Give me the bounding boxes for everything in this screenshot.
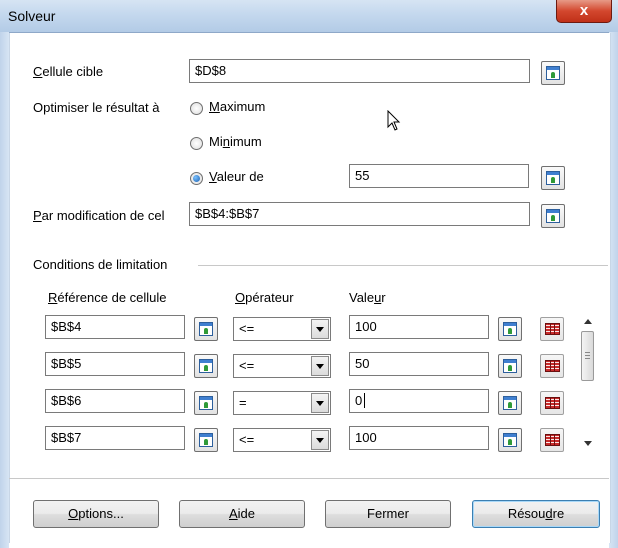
constraints-divider (198, 265, 608, 266)
constraint-value-shrink-button[interactable] (498, 428, 522, 452)
remove-constraint-button[interactable] (540, 317, 564, 341)
operator-select[interactable]: = (233, 391, 331, 415)
chevron-down-icon[interactable] (311, 319, 329, 339)
value-of-field[interactable]: 55 (349, 164, 529, 188)
constraint-value-field[interactable]: 50 (349, 352, 489, 376)
constraint-ref-field[interactable]: $B$6 (45, 389, 185, 413)
column-header-value: Valeur (349, 290, 386, 305)
radio-value-of[interactable] (190, 172, 203, 185)
title-bar[interactable]: Solveur x (0, 0, 618, 33)
column-header-operator: Opérateur (235, 290, 294, 305)
solve-button[interactable]: Résoudre (472, 500, 600, 528)
shrink-window-icon (199, 396, 213, 410)
constraint-ref-field[interactable]: $B$7 (45, 426, 185, 450)
table-grid-icon (545, 323, 560, 335)
shrink-window-icon (503, 359, 517, 373)
close-window-button[interactable]: x (556, 0, 612, 23)
constraints-section-title: Conditions de limitation (33, 257, 168, 272)
remove-constraint-button[interactable] (540, 428, 564, 452)
close-icon: x (579, 2, 589, 19)
constraint-value-field[interactable]: 0 (349, 389, 489, 413)
shrink-window-icon (503, 433, 517, 447)
window-frame-left (0, 32, 9, 548)
constraint-value-shrink-button[interactable] (498, 317, 522, 341)
constraint-value-shrink-button[interactable] (498, 391, 522, 415)
maximum-label[interactable]: Maximum (209, 99, 265, 114)
constraint-value-shrink-button[interactable] (498, 354, 522, 378)
table-grid-icon (545, 434, 560, 446)
value-of-shrink-button[interactable] (541, 166, 565, 190)
shrink-window-icon (199, 433, 213, 447)
buttons-divider (9, 478, 609, 479)
changing-cells-label: Par modification de cel (33, 208, 165, 223)
shrink-window-icon (503, 322, 517, 336)
radio-minimum[interactable] (190, 137, 203, 150)
shrink-window-icon (503, 396, 517, 410)
close-button[interactable]: Fermer (325, 500, 451, 528)
chevron-down-icon[interactable] (311, 356, 329, 376)
constraint-value-field[interactable]: 100 (349, 426, 489, 450)
target-cell-field[interactable]: $D$8 (189, 59, 530, 83)
mouse-pointer-icon (387, 110, 401, 131)
chevron-down-icon[interactable] (311, 393, 329, 413)
operator-select[interactable]: <= (233, 428, 331, 452)
options-button[interactable]: Options... (33, 500, 159, 528)
target-cell-label: Cellule cible (33, 64, 104, 79)
remove-constraint-button[interactable] (540, 391, 564, 415)
operator-select[interactable]: <= (233, 317, 331, 341)
scroll-up-icon[interactable] (579, 313, 596, 330)
constraint-ref-field[interactable]: $B$5 (45, 352, 185, 376)
changing-cells-shrink-button[interactable] (541, 204, 565, 228)
help-button[interactable]: Aide (179, 500, 305, 528)
chevron-down-icon[interactable] (311, 430, 329, 450)
remove-constraint-button[interactable] (540, 354, 564, 378)
constraint-ref-shrink-button[interactable] (194, 317, 218, 341)
constraint-ref-shrink-button[interactable] (194, 391, 218, 415)
shrink-window-icon (199, 322, 213, 336)
table-grid-icon (545, 360, 560, 372)
text-caret (364, 393, 365, 408)
table-grid-icon (545, 397, 560, 409)
shrink-window-icon (546, 66, 560, 80)
shrink-window-icon (546, 171, 560, 185)
radio-maximum[interactable] (190, 102, 203, 115)
window-title: Solveur (8, 8, 56, 24)
constraints-scrollbar[interactable] (579, 313, 596, 452)
changing-cells-field[interactable]: $B$4:$B$7 (189, 202, 530, 226)
shrink-window-icon (199, 359, 213, 373)
constraint-ref-shrink-button[interactable] (194, 354, 218, 378)
scrollbar-thumb[interactable] (581, 331, 594, 381)
solver-dialog: Solveur x Cellule cible $D$8 Optimiser l… (0, 0, 618, 548)
optimize-label: Optimiser le résultat à (33, 100, 160, 115)
target-cell-shrink-button[interactable] (541, 61, 565, 85)
minimum-label[interactable]: Minimum (209, 134, 262, 149)
value-of-label[interactable]: Valeur de (209, 169, 264, 184)
constraint-value-field[interactable]: 100 (349, 315, 489, 339)
scroll-down-icon[interactable] (579, 435, 596, 452)
constraint-ref-shrink-button[interactable] (194, 428, 218, 452)
operator-select[interactable]: <= (233, 354, 331, 378)
constraint-ref-field[interactable]: $B$4 (45, 315, 185, 339)
shrink-window-icon (546, 209, 560, 223)
column-header-reference: Référence de cellule (48, 290, 167, 305)
